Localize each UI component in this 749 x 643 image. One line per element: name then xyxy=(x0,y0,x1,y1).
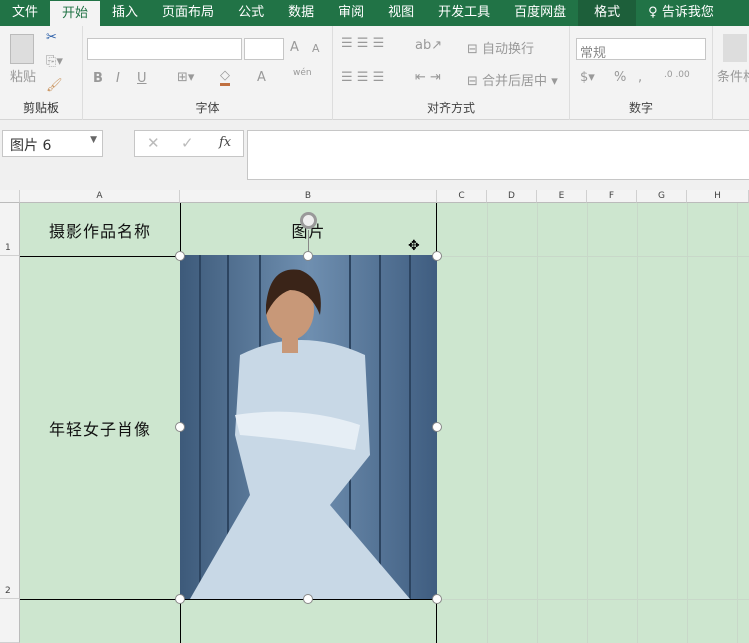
ribbon-tabs: 文件 开始 插入 页面布局 公式 数据 审阅 视图 开发工具 百度网盘 格式 ♀… xyxy=(0,0,749,27)
resize-handle-bottom[interactable] xyxy=(303,594,313,604)
number-group: 常规 $▾ % , .0 .00 数字 xyxy=(570,26,713,120)
resize-handle-top-right[interactable] xyxy=(432,251,442,261)
font-size-input[interactable] xyxy=(244,38,284,60)
cell-a1[interactable]: 摄影作品名称 xyxy=(20,203,180,256)
ribbon: 粘贴 ✂ ⎘▾ 🖌 剪贴板 A A B I U ⊞▾ ◇ A wén 字体 ☰ … xyxy=(0,26,749,120)
merge-center-button[interactable]: ⊟ 合并后居中 ▾ xyxy=(467,70,558,89)
resize-handle-top-left[interactable] xyxy=(175,251,185,261)
resize-handle-left[interactable] xyxy=(175,422,185,432)
alignment-group: ☰ ☰ ☰ ab↗ ⊟ 自动换行 ☰ ☰ ☰ ⇤ ⇥ ⊟ 合并后居中 ▾ 对齐方… xyxy=(333,26,570,120)
resize-handle-right[interactable] xyxy=(432,422,442,432)
orientation-icon[interactable]: ab↗ xyxy=(415,38,442,53)
row-header-1[interactable]: 1 xyxy=(0,203,20,256)
gridline xyxy=(587,203,588,643)
cancel-icon[interactable]: ✕ xyxy=(147,134,160,152)
formula-input[interactable] xyxy=(247,130,749,180)
wrap-text-button[interactable]: ⊟ 自动换行 xyxy=(467,38,534,57)
fill-color-icon[interactable]: ◇ xyxy=(220,68,230,86)
font-group: A A B I U ⊞▾ ◇ A wén 字体 xyxy=(83,26,333,120)
decimal-icons[interactable]: .0 .00 xyxy=(664,70,690,80)
number-label: 数字 xyxy=(628,101,653,115)
align-left-icon[interactable]: ☰ ☰ ☰ xyxy=(341,70,384,85)
paste-icon[interactable] xyxy=(10,34,34,64)
select-all-button[interactable] xyxy=(0,190,20,203)
gridline xyxy=(637,203,638,643)
row-header-3[interactable] xyxy=(0,599,20,643)
phonetic-button[interactable]: wén xyxy=(293,68,312,78)
cell-a2[interactable]: 年轻女子肖像 xyxy=(20,256,180,599)
conditional-format-icon[interactable] xyxy=(723,34,747,62)
comma-button[interactable]: , xyxy=(638,70,642,85)
grow-font-button[interactable]: A xyxy=(290,40,299,55)
tell-me[interactable]: ♀ 告诉我您 xyxy=(636,0,726,26)
align-top-icon[interactable]: ☰ ☰ ☰ xyxy=(341,36,384,51)
column-header-b[interactable]: B xyxy=(180,190,437,203)
formula-buttons: ✕ ✓ fx xyxy=(134,130,244,157)
underline-button[interactable]: U xyxy=(137,71,147,86)
gridline xyxy=(487,203,488,643)
formula-bar: 图片 6 ▼ ✕ ✓ fx xyxy=(0,120,749,190)
tab-format[interactable]: 格式 xyxy=(578,0,637,26)
resize-handle-top[interactable] xyxy=(303,251,313,261)
number-format-select[interactable]: 常规 xyxy=(576,38,706,61)
alignment-label: 对齐方式 xyxy=(426,101,475,115)
borders-icon[interactable]: ⊞▾ xyxy=(177,70,194,85)
column-header-h[interactable]: H xyxy=(687,190,749,203)
format-painter-icon[interactable]: 🖌 xyxy=(46,78,63,93)
enter-icon[interactable]: ✓ xyxy=(181,134,194,152)
lightbulb-icon: ♀ xyxy=(648,5,658,20)
column-header-d[interactable]: D xyxy=(487,190,537,203)
cell-border xyxy=(20,599,437,600)
gridline xyxy=(537,203,538,643)
tab-review[interactable]: 审阅 xyxy=(326,0,376,26)
insert-function-icon[interactable]: fx xyxy=(219,135,231,150)
worksheet-grid[interactable]: A B C D E F G H 1 2 摄影作品名称 图片 年轻女子肖像 ✥ xyxy=(0,190,749,643)
tab-view[interactable]: 视图 xyxy=(376,0,426,26)
tab-baidu[interactable]: 百度网盘 xyxy=(502,0,578,26)
gridline xyxy=(437,599,749,600)
percent-button[interactable]: % xyxy=(614,70,626,85)
resize-handle-bottom-left[interactable] xyxy=(175,594,185,604)
gridline xyxy=(687,203,688,643)
tab-home[interactable]: 开始 xyxy=(50,1,101,27)
column-header-f[interactable]: F xyxy=(587,190,637,203)
rotate-handle-icon[interactable] xyxy=(300,212,317,229)
conditional-format-button[interactable]: 条件格 xyxy=(717,66,749,85)
font-name-input[interactable] xyxy=(87,38,242,60)
styles-group: 条件格 xyxy=(713,26,749,120)
row-header-2[interactable]: 2 xyxy=(0,256,20,599)
font-label: 字体 xyxy=(195,101,220,115)
bold-button[interactable]: B xyxy=(93,71,103,86)
paste-button[interactable]: 粘贴 xyxy=(10,66,36,85)
font-color-button[interactable]: A xyxy=(257,70,266,85)
chevron-down-icon[interactable]: ▼ xyxy=(90,135,97,145)
tab-file[interactable]: 文件 xyxy=(0,0,50,26)
indent-icon[interactable]: ⇤ ⇥ xyxy=(415,70,441,85)
wrap-icon: ⊟ xyxy=(467,42,478,57)
gridline xyxy=(737,203,738,643)
merge-icon: ⊟ xyxy=(467,74,478,89)
column-header-a[interactable]: A xyxy=(20,190,180,203)
shrink-font-button[interactable]: A xyxy=(312,42,320,55)
tab-developer[interactable]: 开发工具 xyxy=(426,0,502,26)
resize-handle-bottom-right[interactable] xyxy=(432,594,442,604)
italic-button[interactable]: I xyxy=(116,71,120,86)
tab-data[interactable]: 数据 xyxy=(276,0,326,26)
column-header-c[interactable]: C xyxy=(437,190,487,203)
gridline xyxy=(437,256,749,257)
column-header-g[interactable]: G xyxy=(637,190,687,203)
move-cursor-icon: ✥ xyxy=(408,238,420,254)
tab-formulas[interactable]: 公式 xyxy=(226,0,276,26)
rotation-stem xyxy=(308,230,309,252)
cut-icon[interactable]: ✂ xyxy=(46,30,57,45)
clipboard-group: 粘贴 ✂ ⎘▾ 🖌 剪贴板 xyxy=(0,26,83,120)
clipboard-label: 剪贴板 xyxy=(22,101,59,115)
name-box[interactable]: 图片 6 ▼ xyxy=(2,130,103,157)
copy-icon[interactable]: ⎘▾ xyxy=(46,54,63,69)
column-header-e[interactable]: E xyxy=(537,190,587,203)
tab-page-layout[interactable]: 页面布局 xyxy=(150,0,226,26)
tab-insert[interactable]: 插入 xyxy=(100,0,150,26)
accounting-icon[interactable]: $▾ xyxy=(580,70,595,85)
portrait-photo[interactable] xyxy=(180,255,437,599)
